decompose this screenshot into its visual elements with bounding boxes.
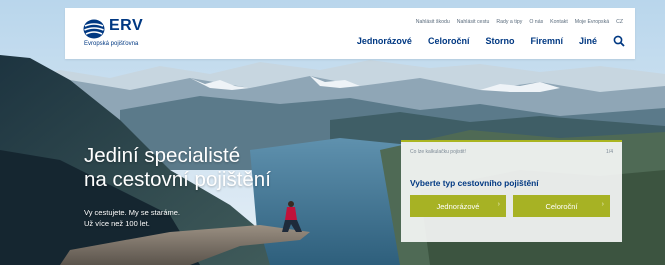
headline-line-1: Jediní specialisté bbox=[84, 144, 241, 167]
nav-item-annual[interactable]: Celoroční bbox=[428, 36, 470, 46]
language-switch[interactable]: CZ bbox=[616, 19, 623, 25]
calculator-title: Vyberte typ cestovního pojištění bbox=[410, 178, 539, 188]
nav-item-cancellation[interactable]: Storno bbox=[485, 36, 514, 46]
top-link-tips[interactable]: Rady a tipy bbox=[496, 19, 522, 25]
search-icon[interactable] bbox=[613, 35, 625, 47]
nav-item-single-trip[interactable]: Jednorázové bbox=[357, 36, 412, 46]
headline-line-2: na cestovní pojištění bbox=[84, 168, 271, 191]
annual-button[interactable]: Celoroční › bbox=[513, 195, 610, 217]
chevron-right-icon: › bbox=[497, 201, 500, 208]
top-link-about[interactable]: O nás bbox=[529, 19, 543, 25]
nav-item-other[interactable]: Jiné bbox=[579, 36, 597, 46]
calculator-hint-link[interactable]: Co lze kalkulačku pojistit! bbox=[410, 149, 466, 155]
hero-tagline: Vy cestujete. My se staráme. Už více než… bbox=[84, 207, 284, 229]
site-header: ERV Evropská pojišťovna Nahlásit škodu N… bbox=[65, 8, 635, 59]
erv-logo-icon bbox=[83, 19, 105, 39]
nav-item-business[interactable]: Firemní bbox=[530, 36, 563, 46]
brand-subtitle: Evropská pojišťovna bbox=[84, 41, 139, 47]
tagline-line-2: Už více než 100 let. bbox=[84, 219, 150, 228]
main-nav: Jednorázové Celoroční Storno Firemní Jin… bbox=[357, 35, 625, 47]
brand-name: ERV bbox=[109, 17, 144, 34]
single-trip-button[interactable]: Jednorázové › bbox=[410, 195, 506, 217]
single-trip-button-label: Jednorázové bbox=[436, 201, 480, 211]
top-link-report-trip[interactable]: Nahlásit cestu bbox=[457, 19, 490, 25]
erv-logo[interactable]: ERV Evropská pojišťovna bbox=[83, 17, 183, 51]
top-links: Nahlásit škodu Nahlásit cestu Rady a tip… bbox=[416, 19, 623, 25]
hero-headline: Jediní specialisté na cestovní pojištění bbox=[84, 144, 384, 192]
chevron-right-icon: › bbox=[601, 201, 604, 208]
top-link-my-account[interactable]: Moje Evropská bbox=[575, 19, 609, 25]
annual-button-label: Celoroční bbox=[545, 201, 578, 211]
top-link-report-claim[interactable]: Nahlásit škodu bbox=[416, 19, 450, 25]
step-indicator: 1/4 bbox=[606, 149, 613, 155]
insurance-calculator-panel: Co lze kalkulačku pojistit! 1/4 Vyberte … bbox=[401, 140, 622, 242]
top-link-contact[interactable]: Kontakt bbox=[550, 19, 568, 25]
panel-top-row: Co lze kalkulačku pojistit! 1/4 bbox=[410, 149, 613, 159]
tagline-line-1: Vy cestujete. My se staráme. bbox=[84, 208, 181, 217]
